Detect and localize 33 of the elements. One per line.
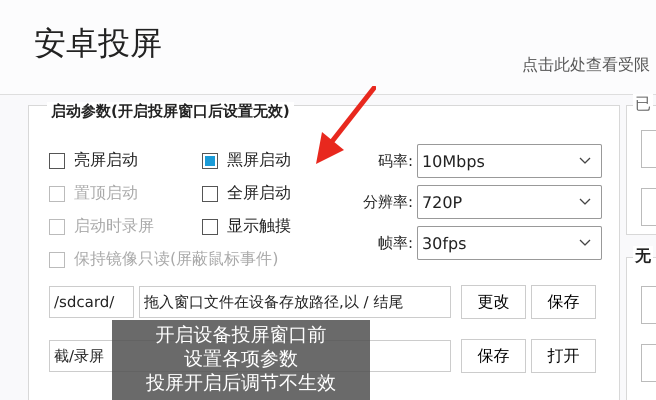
caption-text: 设置各项参数 — [184, 347, 298, 371]
checkbox[interactable] — [202, 186, 218, 202]
action-button[interactable]: 打开 — [531, 339, 596, 373]
field-text: 截/录屏 — [54, 346, 104, 366]
caption-text: 开启设备投屏窗口前 — [156, 323, 326, 347]
checkbox-label: 启动时录屏 — [74, 216, 154, 237]
action-button[interactable]: 更改 — [461, 285, 526, 319]
restrictions-link[interactable]: 点击此处查看受限 — [522, 55, 650, 76]
field-label: 码率: — [376, 152, 413, 170]
action-button[interactable]: 保存 — [531, 285, 596, 319]
dropdown[interactable]: 720P — [417, 185, 602, 219]
checkbox[interactable] — [49, 152, 65, 168]
push-path-field[interactable]: 拖入窗口文件在设备存放路径,以 / 结尾 — [139, 286, 451, 318]
checkbox-label: 置顶启动 — [74, 183, 138, 204]
caption-text: 投屏开启后调节不生效 — [146, 371, 336, 395]
window-title: 安卓投屏 — [33, 23, 162, 64]
chevron-down-icon — [579, 239, 591, 247]
checkbox-label: 全屏启动 — [227, 183, 291, 204]
checkbox[interactable] — [202, 218, 218, 234]
path-prefix-field[interactable]: /sdcard/ — [49, 286, 134, 318]
checkbox-label: 亮屏启动 — [74, 150, 138, 171]
field-label: 分辨率: — [362, 192, 413, 212]
checkbox-label: 黑屏启动 — [227, 150, 291, 171]
checkbox-label: 显示触摸 — [227, 216, 291, 237]
action-button[interactable]: 保存 — [461, 339, 526, 373]
checkbox[interactable] — [202, 152, 218, 168]
dropdown[interactable]: 30fps — [417, 226, 602, 260]
chevron-down-icon — [579, 157, 591, 165]
chevron-down-icon — [579, 198, 591, 206]
group-title: 启动参数(开启投屏窗口后设置无效) — [47, 102, 294, 121]
dropdown[interactable]: 10Mbps — [417, 144, 602, 178]
field-label: 帧率: — [376, 234, 413, 252]
checkbox-label: 保持镜像只读(屏蔽鼠标事件) — [74, 249, 278, 270]
